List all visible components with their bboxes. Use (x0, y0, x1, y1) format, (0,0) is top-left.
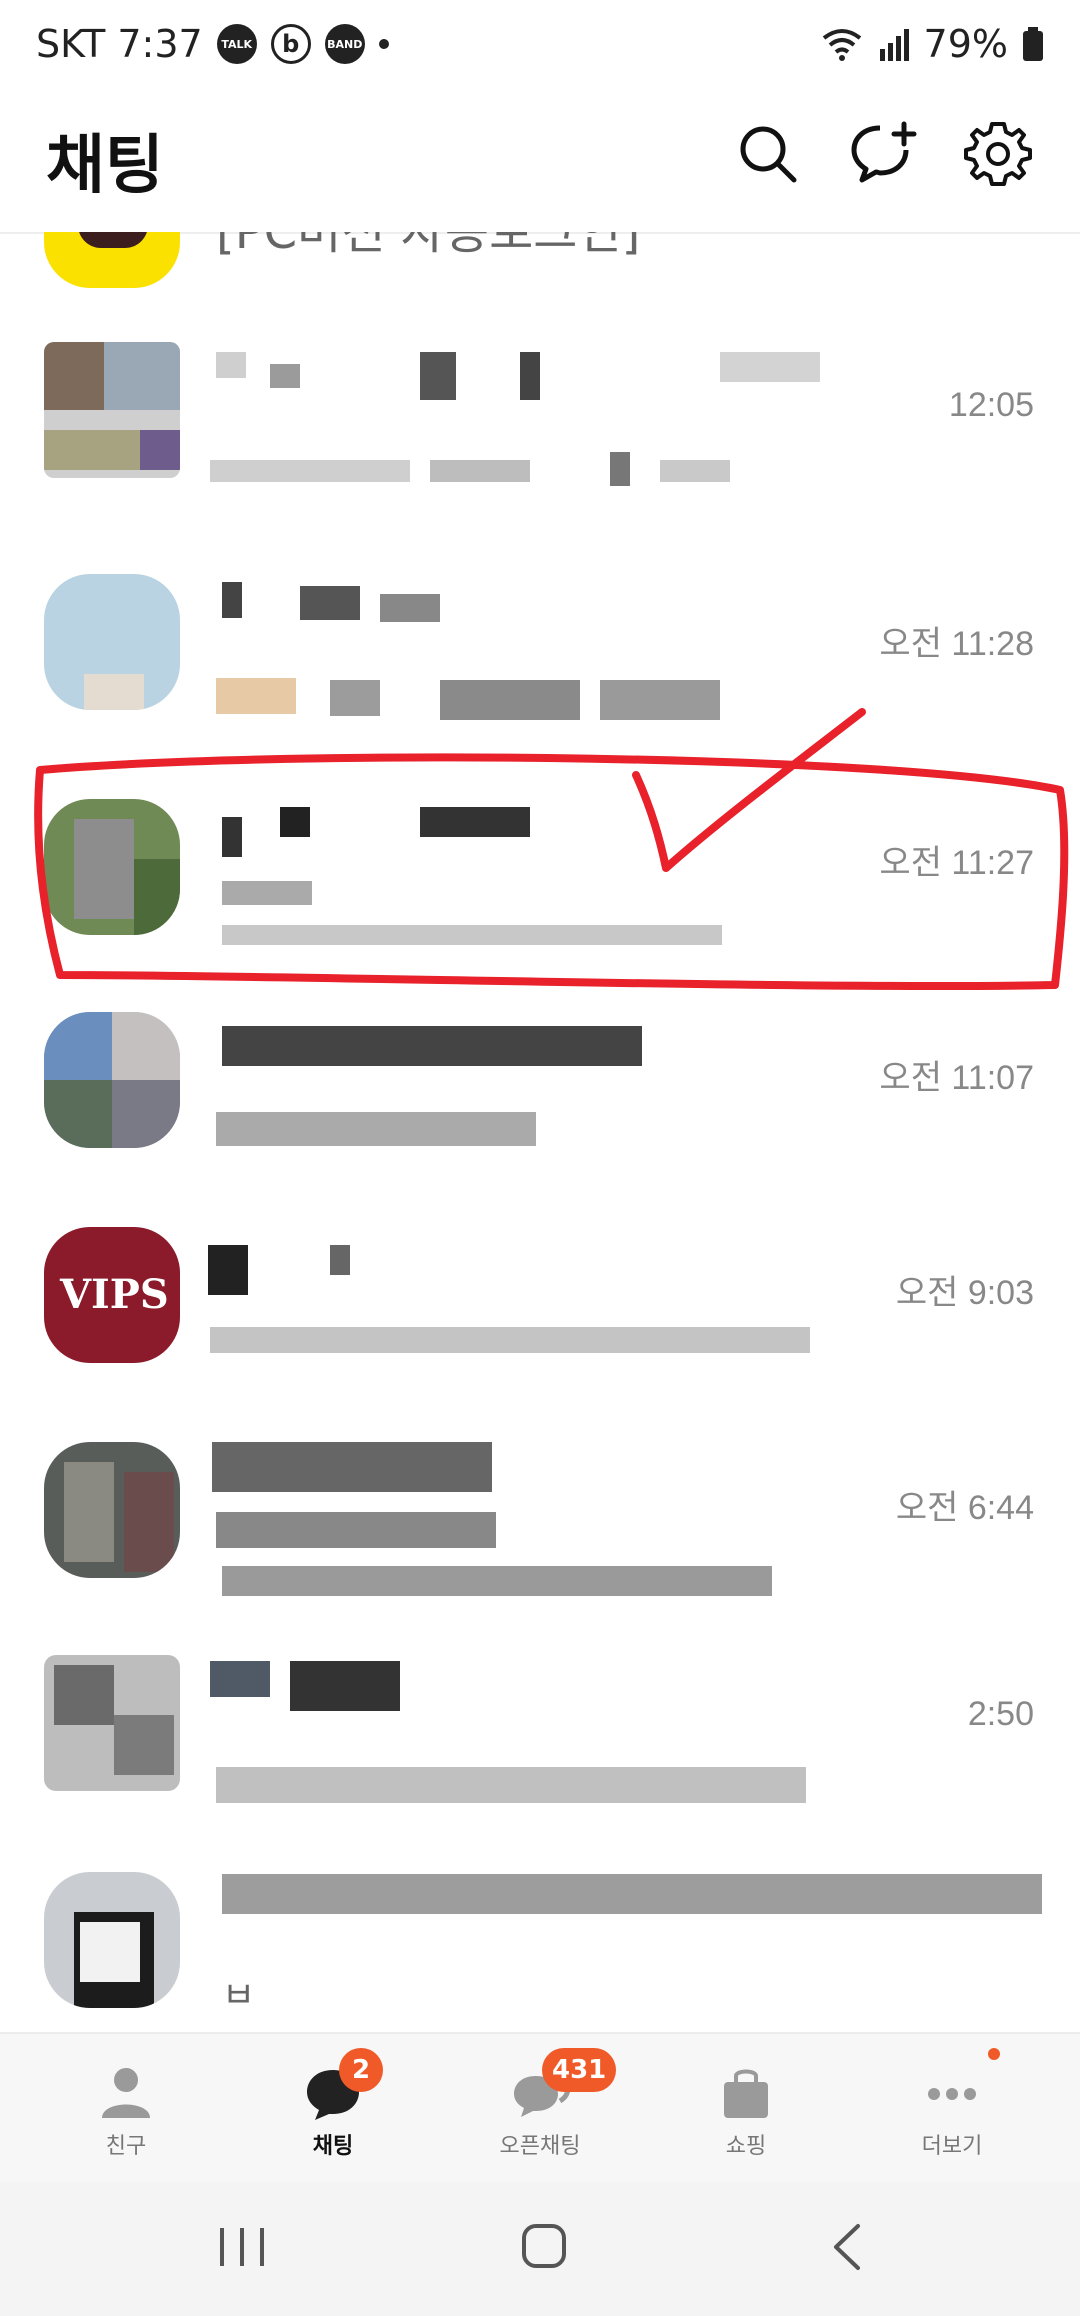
chat-time: 오전 11:07 (879, 1059, 1034, 1097)
tab-chats[interactable]: 2 채팅 (225, 2034, 441, 2184)
status-left: SKT 7:37 TALK b BAND (36, 22, 389, 66)
tab-friends[interactable]: 친구 (18, 2034, 234, 2184)
open-chat-badge: 431 (542, 2048, 617, 2092)
chat-time: 오전 11:27 (879, 844, 1034, 882)
kakaotalk-notification-icon: TALK (216, 24, 257, 64)
blog-notification-icon: b (270, 24, 311, 64)
tab-label: 더보기 (921, 2134, 983, 2159)
chat-row[interactable]: 오전 6:44 (0, 1432, 1080, 1646)
tab-label: 친구 (105, 2134, 147, 2159)
tab-label: 오픈채팅 (499, 2134, 581, 2159)
status-right: 79% (820, 22, 1044, 66)
tab-more[interactable]: 더보기 (844, 2034, 1060, 2184)
tab-label: 채팅 (312, 2134, 354, 2159)
page-title: 채팅 (46, 129, 164, 203)
search-icon[interactable] (732, 118, 804, 190)
status-bar: SKT 7:37 TALK b BAND 79% (0, 0, 1080, 90)
home-icon[interactable] (504, 2212, 584, 2282)
bottom-tab-bar: 친구 2 채팅 431 오픈채팅 쇼핑 더보기 (0, 2032, 1080, 2184)
system-navigation-bar (0, 2182, 1080, 2316)
avatar (44, 799, 180, 935)
chat-time: 2:50 (967, 1695, 1034, 1733)
chat-row[interactable]: 오전 11:28 (0, 572, 1080, 786)
avatar (44, 1012, 180, 1148)
tab-open-chat[interactable]: 431 오픈채팅 (432, 2034, 648, 2184)
new-indicator-dot (988, 2048, 1000, 2060)
tab-label: 쇼핑 (725, 2134, 767, 2159)
chat-row[interactable]: ㅂ (0, 1862, 1080, 2032)
chat-row[interactable]: 오전 11:07 (0, 1002, 1080, 1216)
more-notifications-dot-icon (378, 39, 389, 49)
chat-row-pc-login[interactable]: [PC버전 자동로그인] (0, 232, 1080, 342)
avatar (44, 1442, 180, 1578)
back-icon[interactable] (808, 2212, 888, 2282)
chat-row[interactable]: VIPS 오전 9:03 (0, 1217, 1080, 1431)
chat-time: 오전 9:03 (895, 1274, 1034, 1312)
avatar-text: VIPS (60, 1271, 169, 1318)
chat-preview: ㅂ (222, 1975, 256, 2016)
avatar (44, 1655, 180, 1791)
chat-header: 채팅 (0, 90, 1080, 234)
battery-icon (1023, 27, 1043, 61)
shopping-bag-icon (724, 2069, 768, 2118)
recent-apps-icon[interactable] (202, 2212, 282, 2282)
chat-time: 오전 11:28 (879, 625, 1034, 663)
avatar (44, 342, 180, 478)
person-icon (102, 2068, 150, 2118)
chat-list[interactable]: [PC버전 자동로그인] 12:05 오전 11:28 오전 11:27 오전 … (0, 232, 1080, 2032)
chat-time: 오전 6:44 (895, 1489, 1034, 1527)
band-notification-icon: BAND (324, 24, 365, 64)
chat-row-highlighted[interactable]: 오전 11:27 (0, 787, 1080, 1001)
settings-gear-icon[interactable] (962, 118, 1034, 190)
wifi-icon (822, 29, 861, 61)
more-dots-icon (928, 2088, 976, 2100)
tab-shopping[interactable]: 쇼핑 (638, 2034, 854, 2184)
chat-name: [PC버전 자동로그인] (216, 232, 641, 260)
chat-row[interactable]: 12:05 (0, 342, 1080, 556)
avatar (44, 574, 180, 710)
new-chat-icon[interactable] (846, 118, 918, 190)
unread-badge: 2 (339, 2048, 383, 2092)
avatar (44, 1872, 180, 2008)
chat-row[interactable]: 2:50 (0, 1647, 1080, 1861)
vips-avatar: VIPS (44, 1227, 180, 1363)
chat-time: 12:05 (948, 386, 1034, 424)
signal-icon (879, 29, 909, 61)
kakaotalk-logo-avatar (44, 232, 180, 288)
carrier-time: SKT 7:37 (36, 22, 203, 66)
battery-percent: 79% (923, 22, 1008, 66)
